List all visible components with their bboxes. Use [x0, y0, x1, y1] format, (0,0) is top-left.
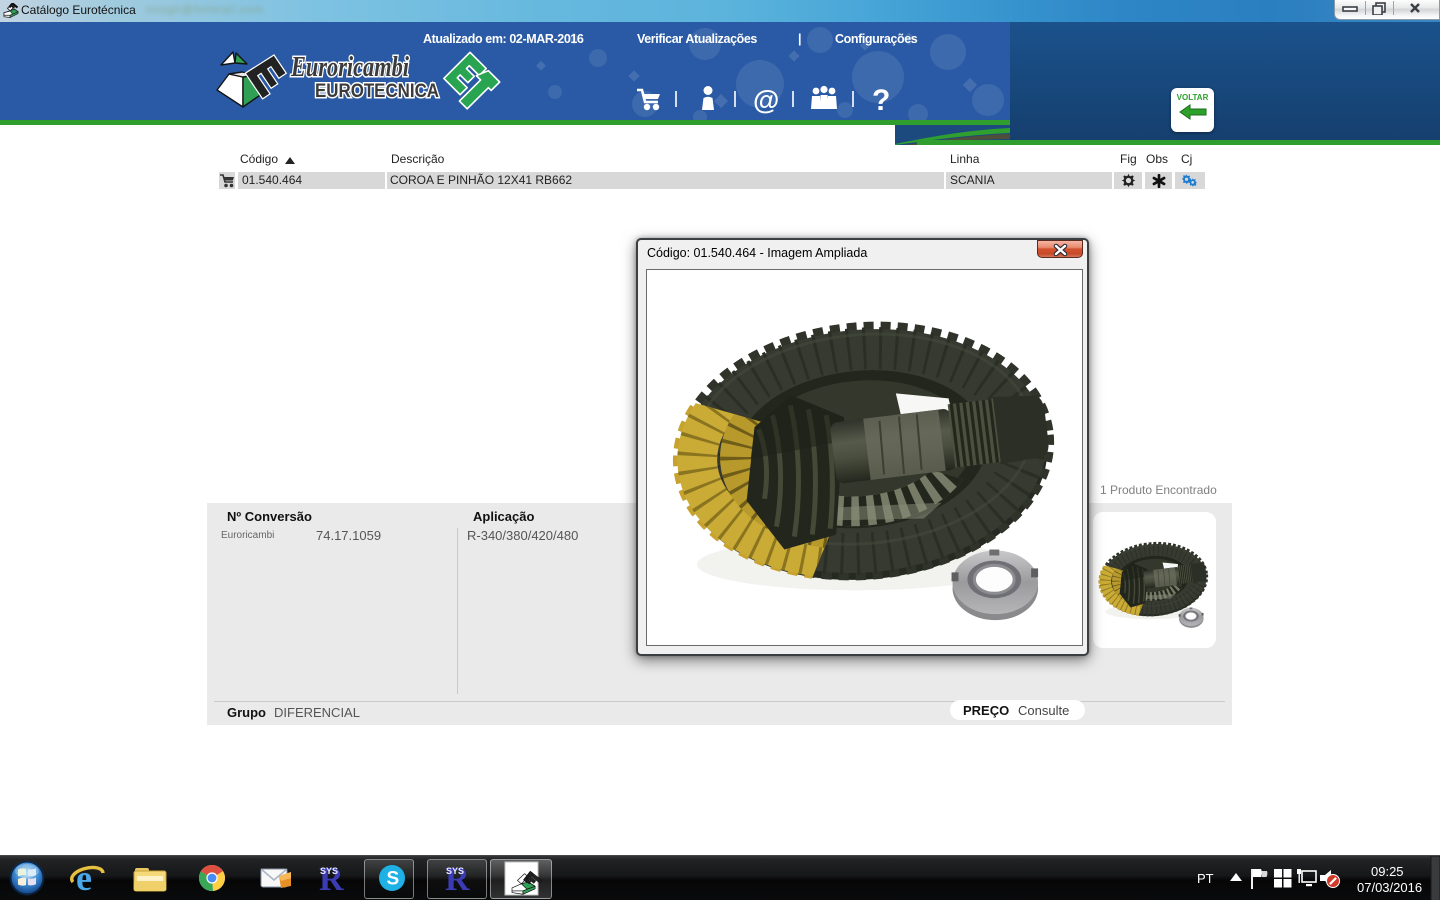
svg-text:@: @ [753, 85, 779, 115]
svg-text:09:25: 09:25 [1371, 864, 1404, 879]
svg-text:?: ? [872, 85, 890, 117]
svg-text:SYS: SYS [446, 866, 464, 876]
svg-text:07/03/2016: 07/03/2016 [1357, 880, 1422, 895]
svg-text:S: S [387, 869, 400, 890]
svg-text:EUROTECNICA: EUROTECNICA [315, 81, 439, 102]
svg-text:Euroricambi: Euroricambi [290, 52, 409, 83]
svg-text:SYS: SYS [320, 866, 338, 876]
svg-text:PT: PT [1197, 871, 1214, 886]
svg-text:e: e [76, 858, 92, 898]
